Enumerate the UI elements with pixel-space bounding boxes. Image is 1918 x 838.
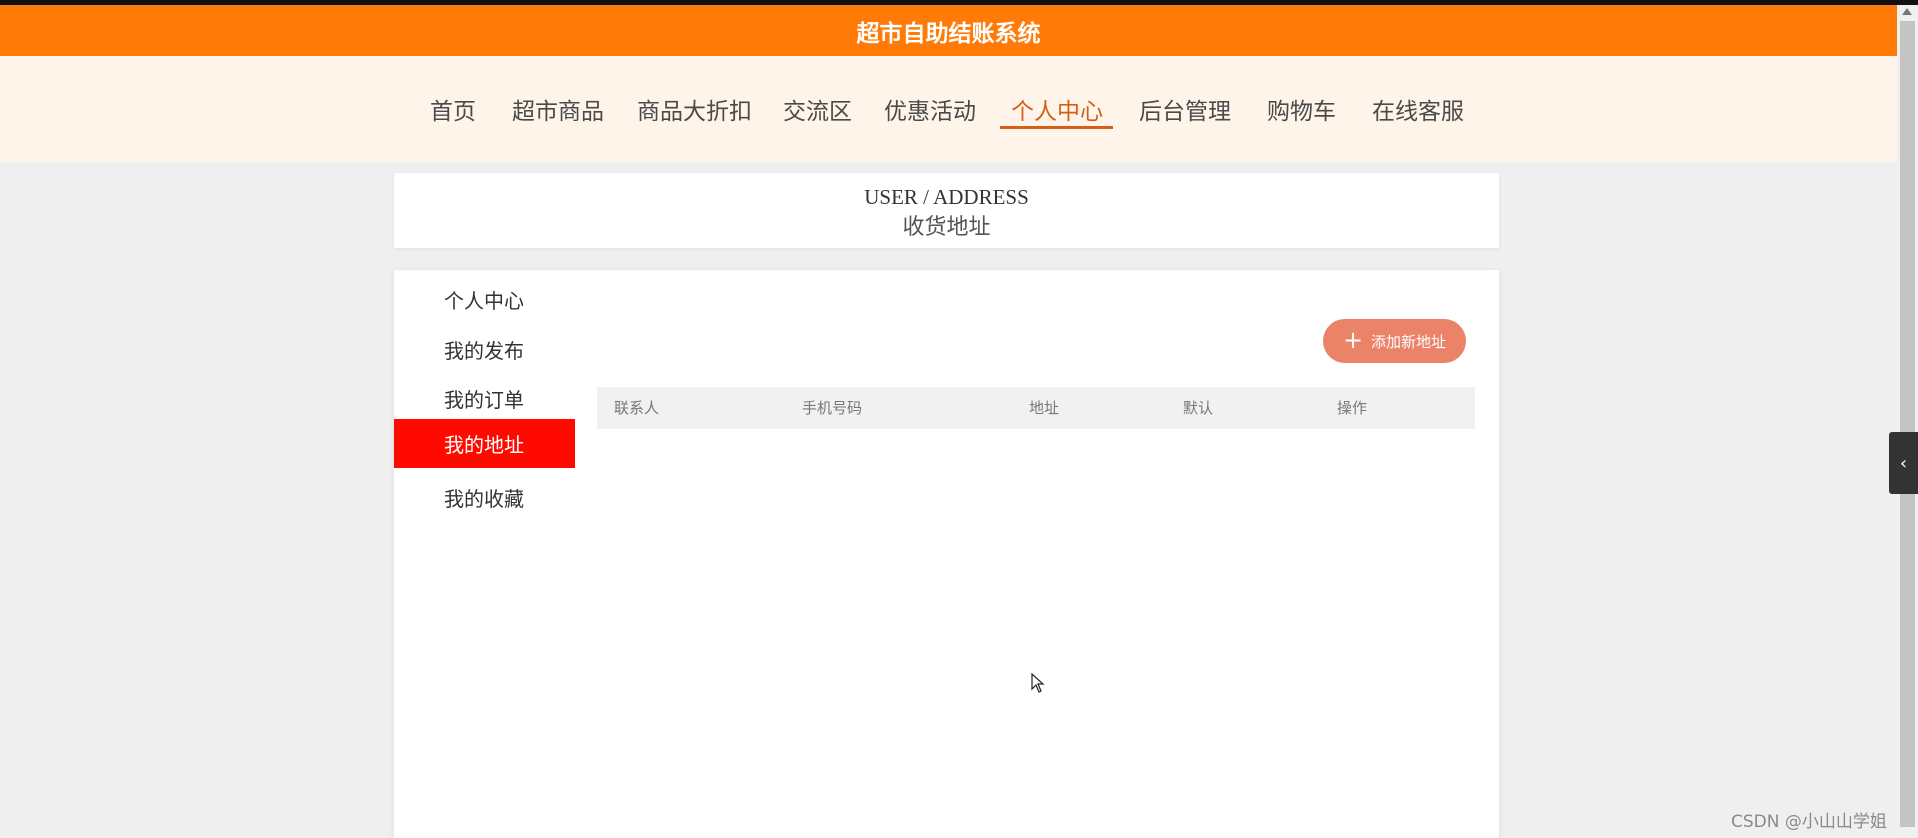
column-default: 默认	[1183, 399, 1214, 417]
watermark: CSDN @小山山学姐	[1731, 812, 1887, 832]
nav-item-discounts[interactable]: 商品大折扣	[637, 92, 752, 128]
sidebar-item-user-center[interactable]: 个人中心	[394, 275, 575, 324]
main-nav: 首页 超市商品 商品大折扣 交流区 优惠活动 个人中心 后台管理 购物车 在线客…	[0, 56, 1897, 162]
column-phone: 手机号码	[802, 399, 863, 417]
vertical-scrollbar[interactable]	[1897, 5, 1918, 838]
site-title-bar: 超市自助结账系统	[0, 5, 1897, 56]
chevron-left-icon: ‹	[1899, 452, 1908, 474]
page-title-english: USER / ADDRESS	[864, 185, 1029, 209]
address-table-header: 联系人 手机号码 地址 默认 操作	[597, 387, 1475, 429]
sidebar-item-my-address[interactable]: 我的地址	[394, 419, 575, 468]
add-address-label: 添加新地址	[1371, 332, 1447, 351]
nav-item-cart[interactable]: 购物车	[1267, 92, 1336, 128]
mouse-cursor-icon	[1031, 673, 1045, 693]
content-panel: 个人中心 我的发布 我的订单 我的地址 我的收藏 + 添加新地址 联系人 手机号…	[394, 270, 1499, 838]
sidebar-item-favorites[interactable]: 我的收藏	[394, 473, 575, 522]
page-title: 收货地址	[902, 214, 991, 239]
column-address: 地址	[1029, 399, 1060, 417]
nav-item-forum[interactable]: 交流区	[783, 92, 852, 128]
sidebar-item-my-posts[interactable]: 我的发布	[394, 325, 575, 374]
nav-item-admin[interactable]: 后台管理	[1139, 92, 1231, 128]
scroll-up-arrow-icon[interactable]	[1902, 8, 1912, 15]
nav-item-products[interactable]: 超市商品	[512, 92, 604, 128]
add-address-button[interactable]: + 添加新地址	[1323, 319, 1466, 363]
site-title: 超市自助结账系统	[856, 20, 1041, 47]
nav-item-user-center[interactable]: 个人中心	[1011, 92, 1103, 128]
page-title-banner: USER / ADDRESS 收货地址	[394, 173, 1499, 248]
nav-item-promotions[interactable]: 优惠活动	[884, 92, 976, 128]
nav-active-underline	[1000, 126, 1113, 129]
sidebar-item-my-orders[interactable]: 我的订单	[394, 374, 575, 423]
nav-item-support[interactable]: 在线客服	[1372, 92, 1464, 128]
nav-item-home[interactable]: 首页	[430, 92, 476, 128]
plus-icon: +	[1342, 326, 1364, 354]
column-contact: 联系人	[614, 399, 660, 417]
column-actions: 操作	[1337, 399, 1368, 417]
scrollbar-thumb[interactable]	[1900, 21, 1915, 827]
floating-side-tab[interactable]: ‹	[1889, 432, 1918, 494]
